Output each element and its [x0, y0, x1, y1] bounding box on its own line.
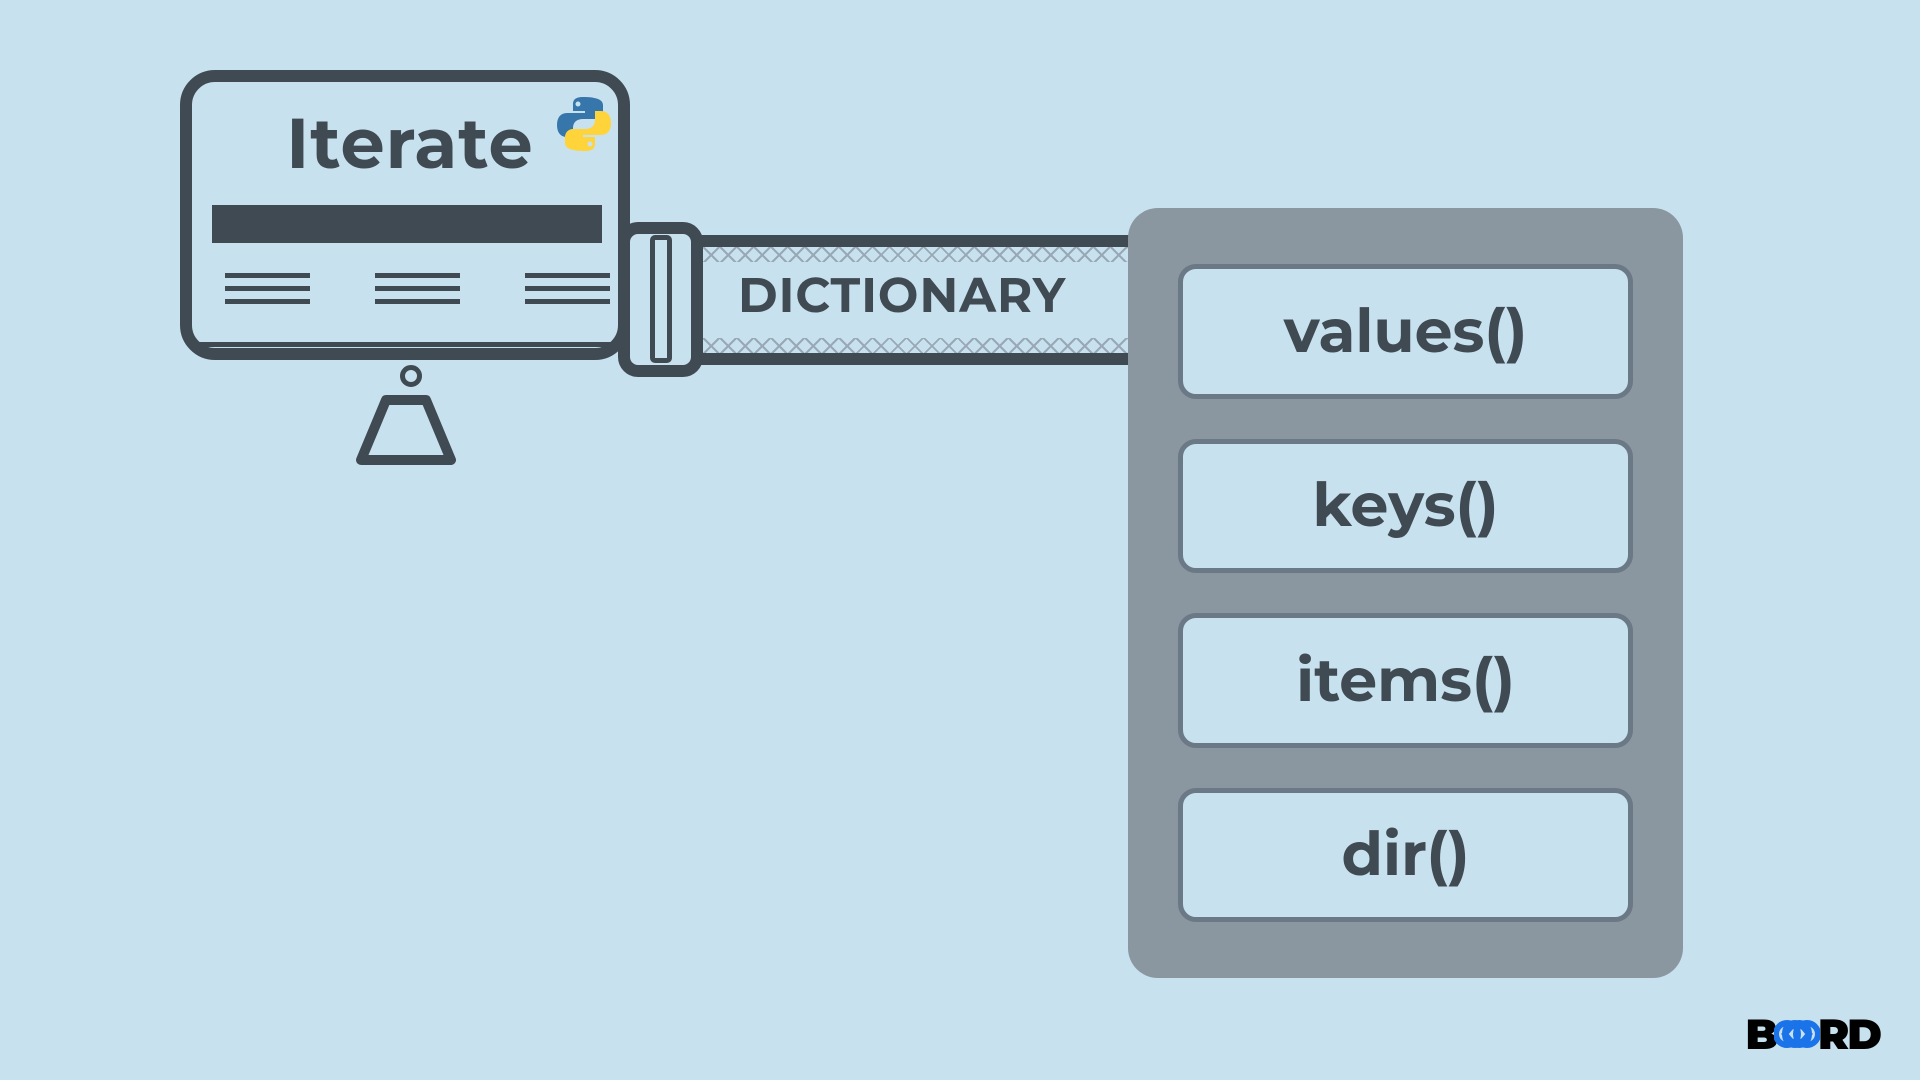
monitor-stand [346, 370, 466, 470]
methods-panel: values() keys() items() dir() [1128, 208, 1683, 978]
tube-label: DICTIONARY [738, 267, 1066, 325]
monitor-divider [192, 342, 618, 347]
tube-pattern-top [700, 247, 1130, 262]
tube-pattern-bottom [700, 338, 1130, 353]
logo-part-rd: RD [1818, 1008, 1880, 1060]
monitor-title: Iterate [210, 100, 610, 186]
method-items: items() [1178, 613, 1633, 748]
method-values: values() [1178, 264, 1633, 399]
monitor-header-bar [212, 205, 602, 243]
tube-connector-inner [650, 235, 672, 363]
board-logo: B RD [1746, 1008, 1880, 1060]
monitor-content-lines [225, 273, 610, 304]
python-icon [555, 95, 613, 158]
logo-part-b: B [1746, 1008, 1776, 1060]
method-dir: dir() [1178, 788, 1633, 923]
method-keys: keys() [1178, 439, 1633, 574]
